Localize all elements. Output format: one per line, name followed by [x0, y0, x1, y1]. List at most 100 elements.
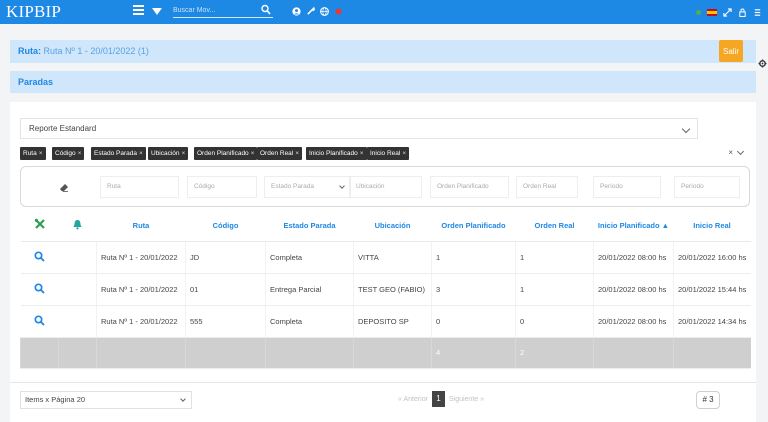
close-icon[interactable]: ×: [360, 150, 364, 157]
table-header-row: Ruta Código Estado Parada Ubicación Orde…: [20, 210, 751, 242]
row-empty-cell: [58, 273, 97, 306]
chip-codigo[interactable]: Código ×: [52, 147, 85, 160]
chip-ubicacion[interactable]: Ubicación ×: [148, 147, 189, 160]
col-header-ubicacion[interactable]: Ubicación: [353, 210, 432, 242]
view-search-icon[interactable]: [34, 250, 45, 262]
totals-cell: [673, 337, 751, 369]
filter-orden-planificado[interactable]: Orden Planificado: [430, 176, 509, 198]
col-header-inicio-planificado[interactable]: Inicio Planificado ▲: [593, 210, 674, 242]
row-view-cell[interactable]: [20, 305, 59, 338]
column-chips: Ruta × Código × Estado Parada × Ubicación × …: [20, 145, 747, 163]
bell-icon[interactable]: [72, 219, 83, 230]
gear-icon[interactable]: [758, 59, 767, 68]
row-empty-cell: [58, 241, 97, 274]
cell-inicio-plan: 20/01/2022 08:00 hs: [593, 241, 674, 274]
stops-card: Reporte Estandard Ruta × Código × Estado P…: [10, 102, 756, 422]
cell-ubicacion: VITTA: [353, 241, 432, 274]
wrench-icon[interactable]: [306, 6, 315, 16]
bell-column-header[interactable]: [58, 210, 97, 242]
caret-down-icon[interactable]: [152, 8, 162, 15]
chip-inicio-real[interactable]: Inicio Real ×: [367, 147, 410, 160]
table-row[interactable]: Ruta Nº 1 - 20/01/2022 555 Completa DEPO…: [20, 305, 751, 338]
filter-ruta[interactable]: Ruta: [100, 176, 179, 198]
chevron-down-icon[interactable]: [736, 147, 745, 156]
table-row[interactable]: Ruta Nº 1 - 20/01/2022 01 Entrega Parcia…: [20, 273, 751, 306]
tools-column-header[interactable]: [20, 210, 59, 242]
totals-cell: [96, 337, 186, 369]
filter-estado-parada[interactable]: Estado Parada: [264, 176, 351, 198]
chip-label: Inicio Planificado: [309, 150, 358, 157]
clear-all-chips[interactable]: ×: [728, 148, 733, 157]
col-header-ruta[interactable]: Ruta: [96, 210, 186, 242]
record-count-badge: # 3: [696, 391, 720, 409]
row-view-cell[interactable]: [20, 273, 59, 306]
chip-label: Ruta: [23, 150, 37, 157]
pagination: « Anterior 1 Siguiente »: [398, 391, 484, 407]
report-select[interactable]: Reporte Estandard: [20, 118, 698, 139]
cell-estado: Completa: [265, 305, 354, 338]
cell-estado: Entrega Parcial: [265, 273, 354, 306]
user-icon[interactable]: [292, 6, 301, 16]
current-page[interactable]: 1: [431, 391, 445, 407]
cell-orden-real: 0: [515, 305, 594, 338]
hamburger-menu-icon[interactable]: [133, 5, 144, 17]
lock-icon[interactable]: [738, 8, 747, 17]
table-row[interactable]: Ruta Nº 1 - 20/01/2022 JD Completa VITTA…: [20, 241, 751, 274]
cell-orden-plan: 3: [431, 273, 516, 306]
col-header-estado-parada[interactable]: Estado Parada: [265, 210, 354, 242]
close-icon[interactable]: ×: [39, 150, 43, 157]
close-icon[interactable]: ×: [139, 150, 143, 157]
filter-codigo[interactable]: Código: [187, 176, 257, 198]
prev-page-link[interactable]: « Anterior: [398, 396, 428, 403]
chevron-down-icon: [339, 183, 345, 189]
spain-flag-icon[interactable]: [707, 8, 717, 16]
expand-icon[interactable]: [723, 7, 732, 17]
col-header-codigo[interactable]: Código: [185, 210, 266, 242]
topbar-icons: [292, 5, 343, 17]
chip-estado-parada[interactable]: Estado Parada ×: [91, 147, 146, 160]
col-header-orden-planificado[interactable]: Orden Planificado: [431, 210, 516, 242]
cell-ruta: Ruta Nº 1 - 20/01/2022: [96, 305, 186, 338]
search-input[interactable]: [173, 4, 255, 17]
app-logo[interactable]: KIPBIP: [6, 2, 61, 22]
chip-orden-real[interactable]: Orden Real ×: [257, 147, 303, 160]
view-search-icon[interactable]: [34, 314, 45, 326]
top-navbar: KIPBIP: [0, 0, 768, 24]
col-header-orden-real[interactable]: Orden Real: [515, 210, 594, 242]
menu-dots-icon[interactable]: [753, 8, 762, 17]
total-orden-real: 2: [515, 337, 594, 369]
chip-label: Código: [55, 150, 76, 157]
exit-button[interactable]: Salir: [719, 40, 743, 62]
close-icon[interactable]: ×: [78, 150, 82, 157]
filter-inicio-planificado[interactable]: Período: [593, 176, 661, 198]
status-online-icon: [696, 9, 701, 15]
alert-dot-icon[interactable]: [334, 7, 343, 16]
page-size-value: Items x Página 20: [25, 395, 86, 404]
close-icon[interactable]: ×: [251, 150, 255, 157]
col-header-inicio-real[interactable]: Inicio Real: [673, 210, 751, 242]
globe-icon[interactable]: [320, 6, 329, 16]
cell-ubicacion: DEPOSITO SP: [353, 305, 432, 338]
cell-inicio-real: 20/01/2022 14:34 hs: [673, 305, 751, 338]
filter-orden-real[interactable]: Orden Real: [516, 176, 578, 198]
chip-inicio-planificado[interactable]: Inicio Planificado ×: [306, 147, 367, 160]
filter-ubicacion[interactable]: Ubicación: [349, 176, 422, 198]
search-bar: [173, 4, 273, 18]
view-search-icon[interactable]: [34, 282, 45, 294]
tools-icon[interactable]: [34, 218, 46, 230]
chip-label: Inicio Real: [370, 150, 401, 157]
close-icon[interactable]: ×: [402, 150, 406, 157]
route-value: Ruta Nº 1 - 20/01/2022 (1): [43, 46, 149, 56]
chip-ruta[interactable]: Ruta ×: [20, 147, 46, 160]
chip-orden-planificado[interactable]: Orden Planificado ×: [194, 147, 258, 160]
row-view-cell[interactable]: [20, 241, 59, 274]
next-page-link[interactable]: Siguiente »: [449, 396, 484, 403]
eraser-icon[interactable]: [59, 182, 69, 192]
cell-inicio-plan: 20/01/2022 08:00 hs: [593, 305, 674, 338]
cell-orden-plan: 0: [431, 305, 516, 338]
page-size-select[interactable]: Items x Página 20: [20, 391, 192, 409]
close-icon[interactable]: ×: [295, 150, 299, 157]
filter-inicio-real[interactable]: Período: [674, 176, 740, 198]
close-icon[interactable]: ×: [182, 150, 186, 157]
search-icon[interactable]: [261, 4, 271, 16]
